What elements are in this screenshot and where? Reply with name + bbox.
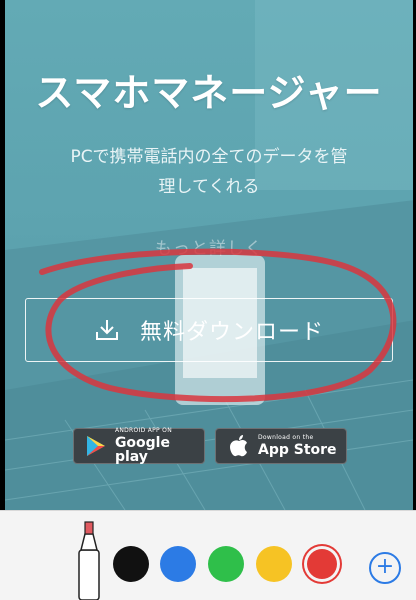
screen: スマホマネージャー PCで携帯電話内の全てのデータを管 理してくれる もっと詳し… [0,0,416,600]
google-play-small: ANDROID APP ON [114,427,172,434]
subtitle-line-2: 理してくれる [158,177,260,197]
free-download-label: 無料ダウンロード [139,320,324,345]
free-download-button[interactable]: 無料ダウンロード [25,298,393,362]
google-play-big: Google play [114,435,170,465]
markup-toolbar [0,510,416,600]
apple-icon [226,433,252,459]
landing-hero: スマホマネージャー PCで携帯電話内の全てのデータを管 理してくれる もっと詳し… [5,0,413,510]
google-play-badge[interactable]: ANDROID APP ON Google play [73,428,205,464]
add-color-button[interactable]: + [369,552,401,584]
learn-more-link[interactable]: もっと詳しく [5,234,413,259]
subtitle-line-1: PCで携帯電話内の全てのデータを管 [70,147,348,167]
color-yellow-swatch[interactable] [256,546,292,582]
app-store-big: App Store [258,442,337,458]
download-icon [94,317,120,343]
color-black-swatch[interactable] [113,546,149,582]
color-red-swatch-selected[interactable] [304,546,340,582]
color-green-swatch[interactable] [208,546,244,582]
app-store-badge[interactable]: Download on the App Store [215,428,347,464]
app-title: スマホマネージャー [35,71,383,115]
app-store-small: Download on the [258,434,314,441]
app-subtitle: PCで携帯電話内の全てのデータを管 理してくれる [33,142,385,202]
google-play-icon [84,433,109,459]
marker-pen-icon[interactable] [72,510,106,600]
color-blue-swatch[interactable] [160,546,196,582]
